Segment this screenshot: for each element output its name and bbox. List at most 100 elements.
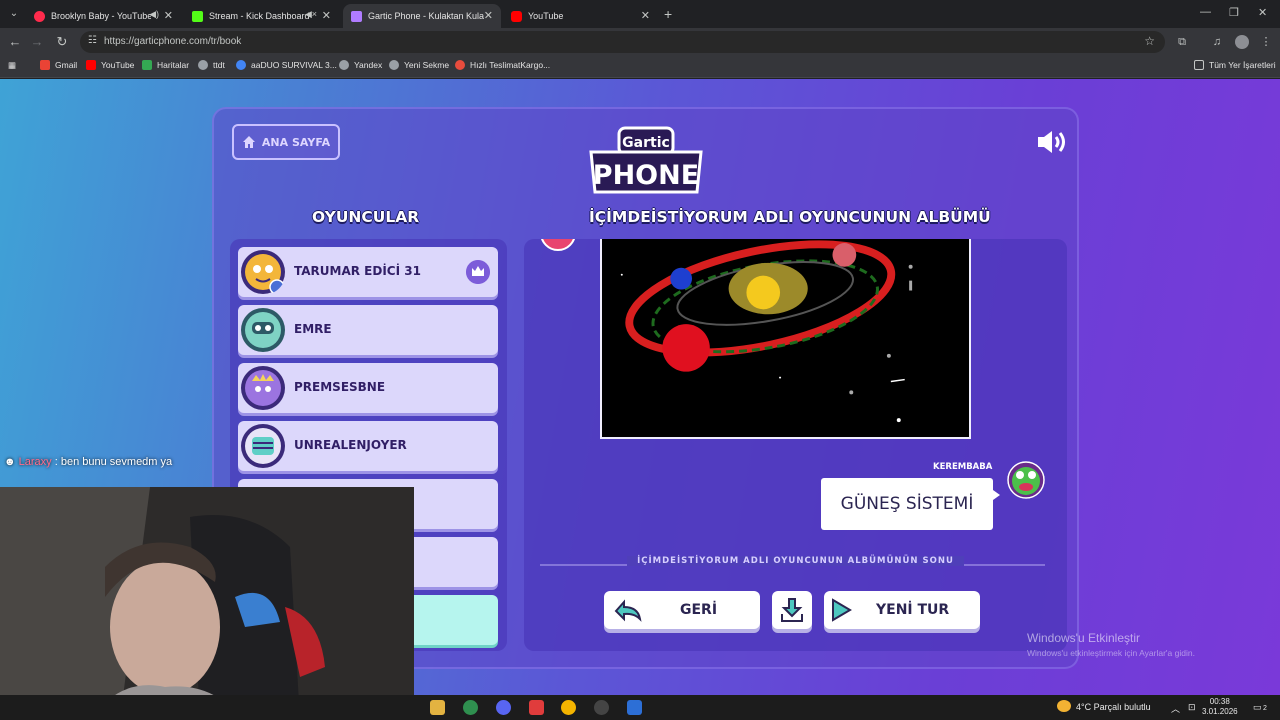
album-end-label: İÇİMDEİSTİYORUM ADLI OYUNCUNUN ALBÜMÜNÜN… (524, 556, 1067, 566)
weather-icon[interactable] (1057, 700, 1071, 712)
player-name: TARUMAR EDİCİ 31 (294, 264, 421, 278)
clock-time: 00:38 (1209, 697, 1230, 706)
reload-icon[interactable]: ↻ (54, 34, 70, 50)
bookmark-duo-survival[interactable]: aaDUO SURVIVAL 3... (236, 60, 337, 70)
tray-network-icon[interactable]: ⊡ (1188, 702, 1196, 713)
media-control-icon[interactable]: ♫ (1210, 35, 1224, 49)
taskbar-clock[interactable]: 00:38 3.01.2026 (1202, 697, 1238, 717)
bookmark-label: Haritalar (157, 60, 190, 70)
close-tab-icon[interactable]: ✕ (164, 9, 173, 22)
chrome-icon[interactable] (561, 700, 576, 715)
chrome-active-icon[interactable] (463, 700, 478, 715)
tab-title: YouTube (528, 11, 564, 21)
site-info-icon[interactable]: ☷ (88, 35, 97, 46)
site-icon (236, 60, 246, 70)
previous-author-avatar (540, 239, 576, 251)
restore-button[interactable]: ❐ (1229, 6, 1239, 19)
youtube-music-favicon-icon (34, 10, 45, 22)
logo-big-text: PHONE (593, 160, 699, 191)
player-avatar (241, 424, 285, 468)
guess-bubble: GÜNEŞ SİSTEMİ (821, 478, 993, 530)
tab-gartic-phone[interactable]: Gartic Phone - Kulaktan Kulağa ✕ (343, 4, 501, 28)
minimize-button[interactable]: — (1200, 6, 1211, 18)
home-button[interactable]: ANA SAYFA (232, 124, 340, 160)
windows-taskbar: 4°C Parçalı bulutlu ︿ ⊡ 00:38 3.01.2026 … (0, 695, 1280, 720)
bookmark-youtube[interactable]: YouTube (86, 60, 134, 70)
file-explorer-icon[interactable] (430, 700, 445, 715)
forward-arrow-icon[interactable]: → (29, 34, 45, 50)
sound-on-icon[interactable] (1036, 129, 1070, 155)
browser-toolbar: ← → ↻ ☷ https://garticphone.com/tr/book … (0, 28, 1280, 56)
bookmark-maps[interactable]: Haritalar (142, 60, 189, 70)
bookmarks-bar: ▦ Gmail YouTube Haritalar ttdt aaDUO SUR… (0, 56, 1280, 78)
close-window-button[interactable]: ✕ (1258, 6, 1267, 19)
back-arrow-icon[interactable]: ← (7, 34, 23, 50)
close-tab-icon[interactable]: ✕ (322, 9, 331, 22)
profile-avatar[interactable] (1235, 35, 1249, 49)
gartic-phone-logo: Gartic PHONE (589, 126, 703, 194)
address-bar[interactable]: ☷ https://garticphone.com/tr/book ☆ (80, 31, 1165, 53)
activate-windows-subtitle: Windows'u etkinleştirmek için Ayarlar'a … (1027, 648, 1195, 658)
obs-icon[interactable] (594, 700, 609, 715)
album-end-text: İÇİMDEİSTİYORUM ADLI OYUNCUNUN ALBÜMÜNÜN… (627, 556, 964, 566)
guess-text: GÜNEŞ SİSTEMİ (840, 494, 974, 514)
player-card: PREMSESBNE (238, 363, 498, 413)
back-arrow-icon (614, 599, 642, 622)
guess-author-name: KEREMBABA (933, 462, 993, 472)
discord-icon[interactable] (496, 700, 511, 715)
folder-icon (1194, 60, 1204, 70)
tab-youtube-music[interactable]: Brooklyn Baby - YouTube Music ◀) ✕ (26, 4, 181, 28)
stream-chat-message: ☻ Laraxy : ben bunu sevmedm ya (4, 456, 172, 468)
new-tab-button[interactable]: + (664, 6, 672, 22)
close-tab-icon[interactable]: ✕ (641, 9, 650, 22)
tab-kick-dashboard[interactable]: Stream - Kick Dashboard ◀× ✕ (184, 4, 339, 28)
player-name: UNREALENJOYER (294, 438, 407, 452)
back-button[interactable]: GERİ (604, 591, 760, 629)
bookmark-cargo[interactable]: Hızlı TeslimatKargo... (455, 60, 550, 70)
chat-text: : ben bunu sevmedm ya (54, 456, 173, 468)
home-icon (242, 136, 255, 148)
tab-search-icon[interactable]: ⌄ (6, 6, 22, 22)
tray-chevron-icon[interactable]: ︿ (1171, 702, 1180, 715)
all-bookmarks-folder[interactable]: Tüm Yer İşaretleri (1194, 60, 1276, 70)
bookmark-label: YouTube (101, 60, 135, 70)
bookmark-gmail[interactable]: Gmail (40, 60, 77, 70)
bookmark-label: Gmail (55, 60, 78, 70)
speaker-icon[interactable]: ◀) (149, 9, 159, 20)
new-round-button-label: YENİ TUR (876, 602, 950, 618)
tab-title: Stream - Kick Dashboard (209, 11, 309, 21)
notifications-icon[interactable]: ▭ (1253, 702, 1262, 713)
gartic-favicon-icon (351, 10, 362, 22)
maps-icon (142, 60, 152, 70)
extensions-icon[interactable]: ⧉ (1175, 35, 1189, 49)
weather-text[interactable]: 4°C Parçalı bulutlu (1076, 702, 1151, 712)
bookmark-label: aaDUO SURVIVAL 3... (251, 60, 337, 70)
player-card: TARUMAR EDİCİ 31 (238, 247, 498, 297)
url-text[interactable]: https://garticphone.com/tr/book (104, 36, 241, 47)
home-button-label: ANA SAYFA (261, 135, 331, 149)
bookmark-label: Hızlı TeslimatKargo... (470, 60, 551, 70)
globe-icon (198, 60, 208, 70)
tab-title: Gartic Phone - Kulaktan Kulağa (368, 11, 484, 21)
album-panel: KEREMBABA GÜNEŞ SİSTEMİ İÇİMDEİSTİYORUM … (524, 239, 1067, 651)
album-title: İÇİMDEİSTİYORUM ADLI OYUNCUNUN ALBÜMÜ (589, 208, 991, 226)
tab-youtube[interactable]: YouTube ✕ (503, 4, 658, 28)
bookmark-ttdt[interactable]: ttdt (198, 60, 225, 70)
gmail-icon (40, 60, 50, 70)
new-round-button[interactable]: YENİ TUR (824, 591, 980, 629)
player-card: EMRE (238, 305, 498, 355)
bookmark-yandex[interactable]: Yandex (339, 60, 382, 70)
more-menu-icon[interactable]: ⋮ (1259, 35, 1273, 49)
app-icon[interactable] (627, 700, 642, 715)
app-w-icon[interactable] (529, 700, 544, 715)
webcam-feed (0, 487, 414, 720)
download-button[interactable] (772, 591, 812, 629)
muted-speaker-icon[interactable]: ◀× (305, 9, 317, 20)
globe-icon (339, 60, 349, 70)
apps-grid-icon[interactable]: ▦ (8, 60, 16, 71)
bookmark-star-icon[interactable]: ☆ (1144, 34, 1155, 48)
bookmark-new-tab[interactable]: Yeni Sekme (389, 60, 449, 70)
chat-username: Laraxy (18, 456, 52, 468)
site-icon (455, 60, 465, 70)
close-tab-icon[interactable]: ✕ (484, 9, 493, 22)
